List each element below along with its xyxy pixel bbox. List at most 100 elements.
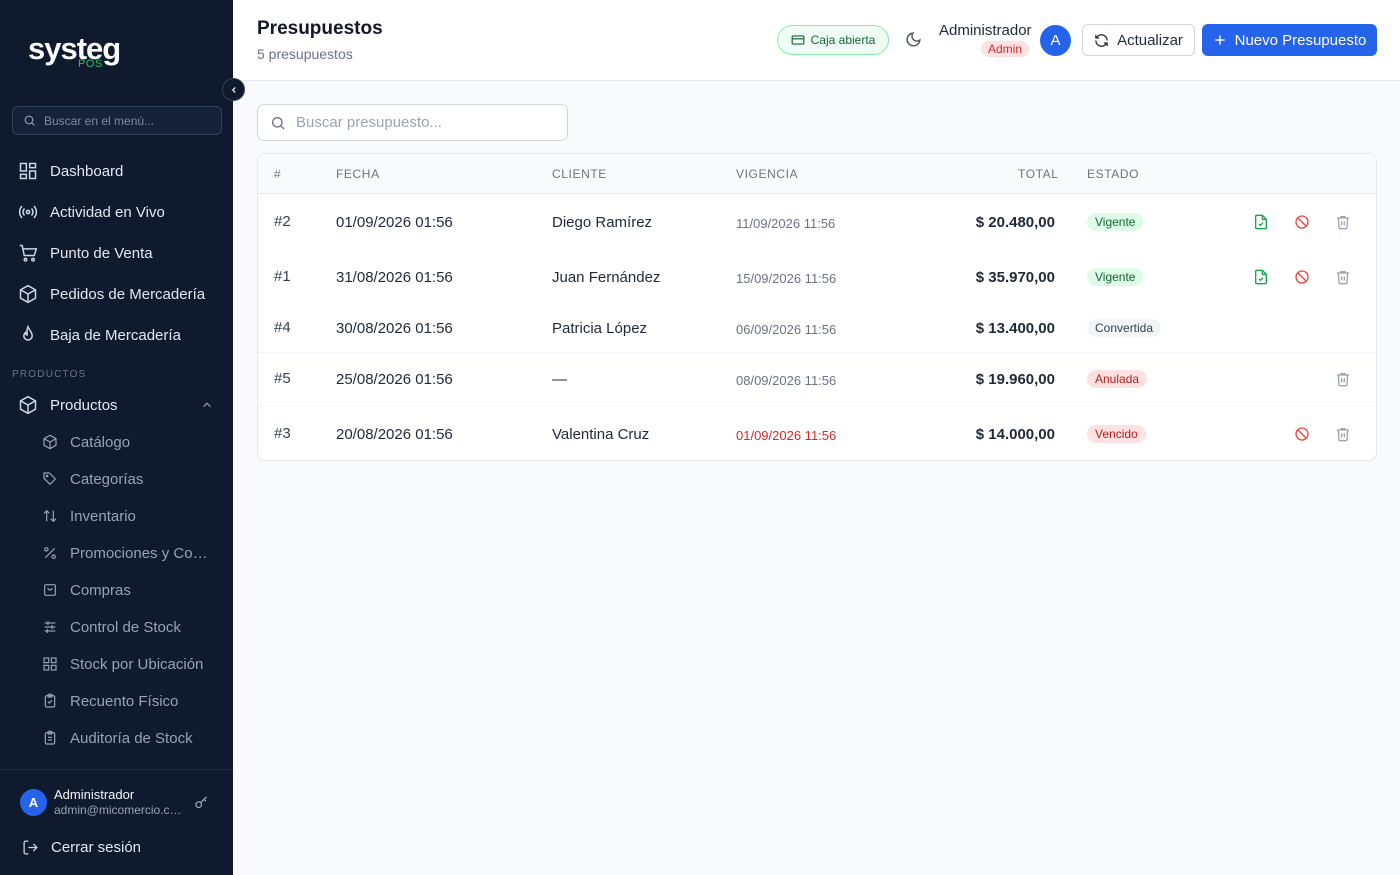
row-id: #1 [274, 268, 291, 285]
nav-stock-ubicacion[interactable]: Stock por Ubicación [42, 650, 203, 678]
caja-status-badge[interactable]: Caja abierta [777, 25, 889, 55]
row-vigencia: 15/09/2026 11:56 [736, 271, 837, 286]
status-badge: Anulada [1087, 370, 1148, 388]
sliders-icon [44, 621, 56, 633]
col-estado: ESTADO [1087, 167, 1140, 181]
table-row[interactable]: #4 30/08/2026 01:56 Patricia López 06/09… [258, 304, 1376, 352]
clipboard-list-icon [44, 730, 56, 745]
trash-icon[interactable] [1335, 214, 1351, 230]
page-title: Presupuestos [257, 18, 383, 39]
row-total: $ 14.000,00 [975, 426, 1055, 443]
table-row[interactable]: #5 25/08/2026 01:56 — 08/09/2026 11:56 $… [258, 352, 1376, 406]
admin-name: Administrador [939, 22, 1032, 39]
col-cliente: CLIENTE [552, 167, 607, 181]
nav-compras[interactable]: Compras [42, 576, 131, 604]
row-id: #3 [274, 425, 291, 442]
trash-icon[interactable] [1335, 371, 1351, 387]
nav-promociones-label: Promociones y Combos [70, 544, 212, 562]
search-icon [272, 116, 285, 129]
trash-icon[interactable] [1335, 426, 1351, 442]
row-fecha: 25/08/2026 01:56 [336, 371, 453, 388]
convert-document-icon[interactable] [1253, 269, 1269, 285]
cancel-icon[interactable] [1294, 269, 1310, 285]
chevron-left-icon [231, 86, 236, 93]
row-cliente: Valentina Cruz [552, 426, 650, 443]
status-badge: Vigente [1087, 268, 1144, 286]
nav-control-stock[interactable]: Control de Stock [42, 613, 181, 641]
nav-auditoria[interactable]: Auditoría de Stock [42, 724, 193, 752]
arrows-updown-icon [43, 509, 57, 523]
logout-button[interactable]: Cerrar sesión [22, 834, 141, 860]
refresh-icon [1095, 33, 1108, 47]
nav-control-stock-label: Control de Stock [70, 618, 181, 636]
sidebar: systeg POS Dashboard Actividad en Vivo P… [0, 0, 233, 875]
header-avatar[interactable]: A [1040, 25, 1071, 56]
key-icon[interactable] [194, 795, 209, 810]
row-vigencia: 11/09/2026 11:56 [736, 216, 836, 231]
status-badge: Convertida [1087, 319, 1162, 337]
nav-baja[interactable]: Baja de Mercadería [18, 320, 181, 350]
nav-promociones[interactable]: Promociones y Combos [42, 539, 222, 567]
plus-icon [1214, 35, 1225, 45]
trash-icon[interactable] [1335, 269, 1351, 285]
cancel-icon[interactable] [1294, 214, 1310, 230]
nav-catalogo-label: Catálogo [70, 433, 131, 451]
sidebar-user-name: Administrador [54, 787, 135, 802]
dashboard-icon [19, 162, 37, 180]
row-cliente: Diego Ramírez [552, 214, 653, 231]
moon-icon[interactable] [905, 31, 922, 48]
package-icon [19, 284, 37, 304]
page-header: Presupuestos 5 presupuestos Caja abierta… [233, 0, 1400, 81]
table-row[interactable]: #3 20/08/2026 01:56 Valentina Cruz 01/09… [258, 406, 1376, 460]
chevron-up-icon[interactable] [200, 398, 214, 412]
brand-logo[interactable]: systeg POS [28, 32, 138, 74]
grid-icon [43, 657, 57, 671]
nav-punto-venta[interactable]: Punto de Venta [18, 238, 153, 268]
nav-auditoria-label: Auditoría de Stock [70, 729, 193, 747]
section-productos: PRODUCTOS [12, 369, 87, 380]
menu-search-input[interactable] [44, 113, 214, 128]
row-cliente: Patricia López [552, 320, 648, 337]
admin-role-badge: Admin [981, 41, 1030, 57]
row-id: #2 [274, 213, 291, 230]
nav-catalogo[interactable]: Catálogo [42, 428, 130, 456]
nav-categorias[interactable]: Categorías [42, 465, 143, 493]
row-total: $ 20.480,00 [975, 214, 1055, 231]
sidebar-collapse-button[interactable] [222, 78, 245, 101]
convert-document-icon[interactable] [1253, 214, 1269, 230]
nav-recuento-label: Recuento Físico [70, 692, 179, 710]
table-row[interactable]: #2 01/09/2026 01:56 Diego Ramírez 11/09/… [258, 194, 1376, 250]
menu-search [12, 106, 222, 135]
presupuestos-table: # FECHA CLIENTE VIGENCIA TOTAL ESTADO #2… [257, 153, 1377, 461]
nav-dashboard[interactable]: Dashboard [18, 156, 123, 186]
new-presupuesto-button[interactable]: Nuevo Presupuesto [1202, 24, 1377, 56]
nav-inventario[interactable]: Inventario [42, 502, 136, 530]
row-total: $ 35.970,00 [975, 269, 1055, 286]
refresh-button[interactable]: Actualizar [1082, 24, 1195, 56]
cancel-icon[interactable] [1294, 426, 1310, 442]
shopping-bag-icon [44, 584, 56, 596]
row-vigencia: 08/09/2026 11:56 [736, 373, 837, 388]
cart-icon [19, 244, 38, 262]
row-fecha: 20/08/2026 01:56 [336, 426, 453, 443]
broadcast-icon [18, 205, 38, 219]
nav-pedidos[interactable]: Pedidos de Mercadería [18, 279, 205, 309]
table-row[interactable]: #1 31/08/2026 01:56 Juan Fernández 15/09… [258, 250, 1376, 304]
row-id: #5 [274, 370, 291, 387]
presupuesto-search-input[interactable] [296, 114, 556, 131]
box-icon [19, 395, 37, 415]
nav-dashboard-label: Dashboard [50, 162, 124, 180]
col-total: TOTAL [1018, 167, 1059, 181]
nav-pedidos-label: Pedidos de Mercadería [50, 285, 206, 303]
sidebar-avatar[interactable]: A [20, 789, 47, 816]
row-fecha: 30/08/2026 01:56 [336, 320, 453, 337]
row-vigencia: 06/09/2026 11:56 [736, 322, 837, 337]
presupuesto-search [257, 104, 568, 141]
nav-recuento[interactable]: Recuento Físico [42, 687, 178, 715]
row-fecha: 31/08/2026 01:56 [336, 269, 453, 286]
new-presupuesto-label: Nuevo Presupuesto [1234, 31, 1367, 49]
status-badge: Vigente [1087, 213, 1144, 231]
nav-actividad-label: Actividad en Vivo [50, 203, 165, 221]
nav-actividad[interactable]: Actividad en Vivo [18, 197, 165, 227]
nav-productos-group[interactable]: Productos [18, 390, 118, 420]
